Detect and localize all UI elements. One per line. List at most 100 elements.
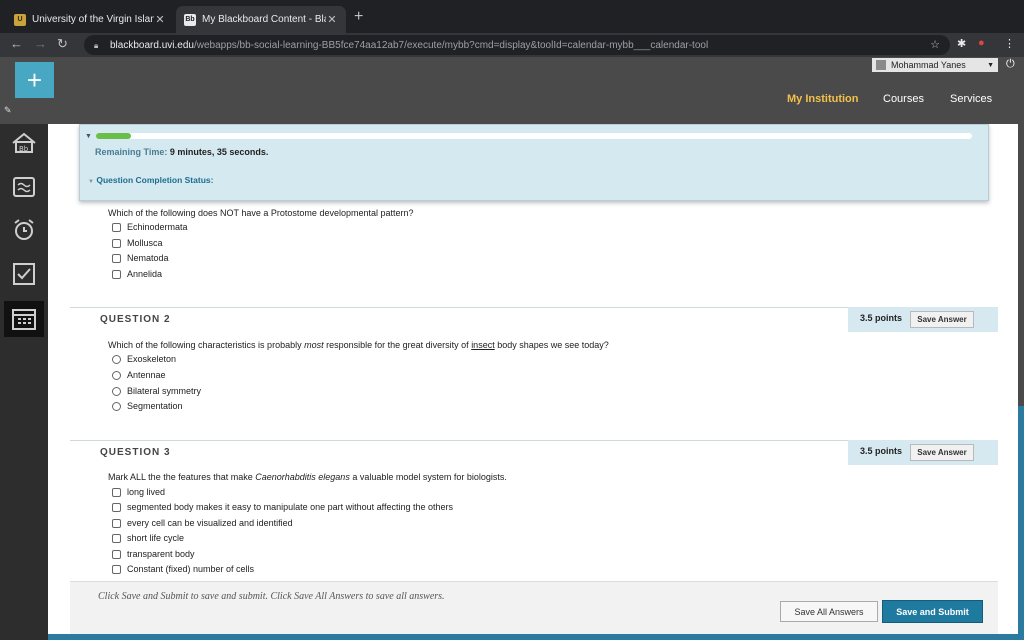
address-bar: ← → ↻ 🔒︎ blackboard.uvi.edu /webapps/bb-… [0,33,1024,57]
question-title: QUESTION 3 [100,447,171,458]
option-label: Segmentation [127,401,183,411]
radio-button[interactable] [112,401,121,411]
svg-text:Bb: Bb [19,145,29,153]
option-label: Annelida [127,269,163,279]
checkbox[interactable] [112,533,121,543]
save-all-answers-button[interactable]: Save All Answers [780,601,878,622]
home-bb-icon[interactable]: Bb [9,130,39,156]
submit-hint: Click Save and Submit to save and submit… [98,591,445,602]
scrollbar-accent [1018,406,1024,640]
option-label: Constant (fixed) number of cells [127,564,255,574]
checkbox[interactable] [112,253,121,263]
option-label: transparent body [127,549,195,559]
browser-menu-icon[interactable]: ⋮ [1004,37,1015,50]
completion-status-label: Question Completion Status: [96,175,214,185]
calendar-icon[interactable] [4,301,44,337]
collapse-triangle-icon[interactable]: ▼ [85,133,92,140]
grades-check-icon[interactable] [9,261,39,287]
text-part: responsible for the great diversity of [323,340,472,350]
quick-add-plus-button[interactable]: + [15,62,54,98]
url-field[interactable]: 🔒︎ blackboard.uvi.edu /webapps/bb-social… [84,35,950,55]
scrollbar-track[interactable] [1018,124,1024,640]
checkbox[interactable] [112,564,121,574]
browser-tab-blackboard[interactable]: Bb My Blackboard Content - Blac ✕ [176,6,346,33]
radio-button[interactable] [112,370,121,380]
question2-option[interactable]: Segmentation [112,399,183,413]
save-answer-button[interactable]: Save Answer [910,311,974,328]
question3-header: QUESTION 3 3.5 points Save Answer [70,440,998,465]
question2-option[interactable]: Bilateral symmetry [112,384,201,398]
text-underline: insect [471,340,495,350]
new-tab-icon[interactable]: + [354,8,363,26]
lock-icon: 🔒︎ [94,41,99,50]
question1-option[interactable]: Annelida [112,267,162,281]
timer-progress-track [96,133,972,139]
edit-mode-icon[interactable]: ✎ [4,105,12,116]
completion-status-toggle[interactable]: ▼ Question Completion Status: [88,175,213,185]
alarm-clock-icon[interactable] [9,217,39,243]
question3-option[interactable]: short life cycle [112,531,184,545]
option-label: Nematoda [127,253,169,263]
option-label: segmented body makes it easy to manipula… [127,502,454,512]
test-content-area: Which of the following does NOT have a P… [48,124,1018,634]
extension-puzzle-icon[interactable]: ✱ [957,37,966,50]
checkbox[interactable] [112,502,121,512]
back-icon[interactable]: ← [10,36,23,51]
timer-progress-fill [96,133,132,139]
question2-option[interactable]: Antennae [112,368,166,382]
tab-title: My Blackboard Content - Blac [202,14,326,25]
checkbox[interactable] [112,549,121,559]
question2-option[interactable]: Exoskeleton [112,352,176,366]
nav-services[interactable]: Services [950,93,992,105]
power-logout-icon[interactable]: ⏻ [1006,58,1015,71]
question1-option[interactable]: Nematoda [112,251,169,265]
nav-courses[interactable]: Courses [883,93,924,105]
question3-option[interactable]: long lived [112,485,165,499]
question1-option[interactable]: Echinodermata [112,220,188,234]
tab-title: University of the Virgin Islands [32,14,154,25]
question1-option[interactable]: Mollusca [112,236,163,250]
option-label: long lived [127,487,166,497]
points-box: 3.5 points Save Answer [848,440,998,465]
submit-bar: Click Save and Submit to save and submit… [70,581,998,634]
nav-my-institution[interactable]: My Institution [787,93,859,105]
url-path: /webapps/bb-social-learning-BB5fce74aa12… [193,39,709,51]
remaining-time: Remaining Time: 9 minutes, 35 seconds. [95,147,268,157]
close-tab-icon[interactable]: ✕ [326,13,338,26]
checkbox[interactable] [112,487,121,497]
text-part: body shapes we see today? [494,340,609,350]
question3-option[interactable]: every cell can be visualized and identif… [112,516,293,530]
text-part: a valuable model system for biologists. [349,472,507,482]
radio-button[interactable] [112,354,121,364]
option-label: short life cycle [127,533,185,543]
avatar [876,60,886,70]
points-box: 3.5 points Save Answer [848,307,998,332]
save-answer-button[interactable]: Save Answer [910,444,974,461]
option-label: Antennae [127,370,166,380]
checkbox[interactable] [112,238,121,248]
question3-option[interactable]: Constant (fixed) number of cells [112,562,254,576]
forward-icon[interactable]: → [34,36,47,51]
expand-triangle-icon: ▼ [88,179,94,185]
stream-icon[interactable] [9,174,39,200]
user-menu[interactable]: Mohammad Yanes ▼ [872,58,998,72]
remaining-time-value: 9 minutes, 35 seconds. [169,147,269,157]
profile-avatar-icon[interactable]: ● [978,37,985,49]
timer-panel: ▼ Remaining Time: 9 minutes, 35 seconds.… [79,124,989,201]
option-label: every cell can be visualized and identif… [127,518,293,528]
text-part: Which of the following characteristics i… [108,340,305,350]
browser-tab-uvi[interactable]: U University of the Virgin Islands ✕ [6,6,174,33]
radio-button[interactable] [112,386,121,396]
option-label: Exoskeleton [127,354,177,364]
checkbox[interactable] [112,222,121,232]
checkbox[interactable] [112,269,121,279]
text-emphasis: Caenorhabditis elegans [255,472,350,482]
option-label: Bilateral symmetry [127,386,202,396]
bookmark-star-icon[interactable]: ☆ [930,38,940,51]
question3-option[interactable]: transparent body [112,547,195,561]
save-and-submit-button[interactable]: Save and Submit [882,600,983,623]
close-tab-icon[interactable]: ✕ [154,13,166,26]
checkbox[interactable] [112,518,121,528]
question3-option[interactable]: segmented body makes it easy to manipula… [112,500,453,514]
reload-icon[interactable]: ↻ [57,36,68,52]
